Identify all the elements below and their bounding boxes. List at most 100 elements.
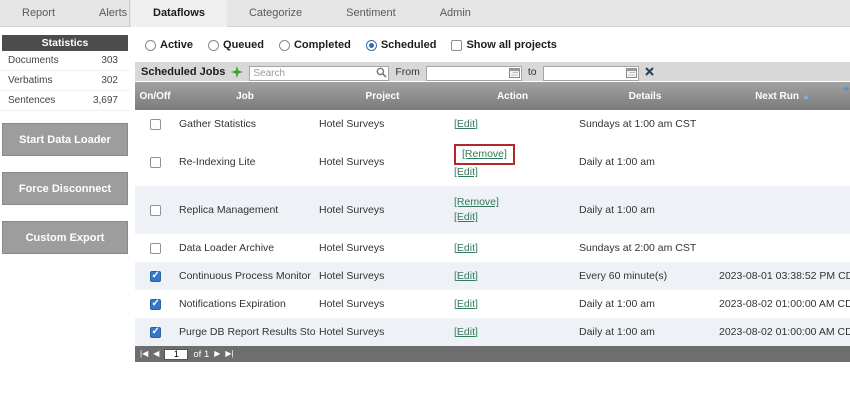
scheduled-jobs-toolbar: Scheduled Jobs From to — [135, 62, 850, 81]
job-row: Continuous Process MonitorHotel Surveys [… — [135, 262, 850, 290]
action-link-edit[interactable]: [Edit] — [454, 270, 478, 282]
action-link-edit[interactable]: [Edit] — [454, 118, 478, 130]
job-name-cell: Gather Statistics — [175, 110, 315, 138]
page-count-label: of 1 — [193, 349, 209, 360]
calendar-icon[interactable] — [509, 65, 520, 83]
action-line: [Edit] — [454, 210, 571, 225]
job-onoff-checkbox[interactable] — [150, 299, 161, 310]
job-nextrun-cell: 2023-08-01 03:38:52 PM CDT — [715, 262, 850, 290]
action-link-edit[interactable]: [Edit] — [454, 298, 478, 310]
tabgroup-main: DataflowsCategorizeSentimentAdmin — [131, 0, 850, 27]
page-number-input[interactable] — [164, 349, 188, 360]
prev-page-button[interactable]: ◀ — [153, 346, 159, 362]
filter-radio-label: Queued — [223, 39, 264, 51]
filter-radio-active[interactable]: Active — [145, 39, 193, 51]
sidebar-button-custom-export[interactable]: Custom Export — [2, 221, 128, 254]
job-onoff-checkbox[interactable] — [150, 243, 161, 254]
job-details-cell: Daily at 1:00 am — [575, 290, 715, 318]
action-line: [Edit] — [454, 269, 571, 284]
column-header-project[interactable]: Project — [315, 82, 450, 110]
stat-value: 303 — [101, 51, 118, 70]
job-onoff-checkbox[interactable] — [150, 119, 161, 130]
action-line: [Edit] — [454, 297, 571, 312]
job-project-cell: Hotel Surveys — [315, 290, 450, 318]
column-header-on-off[interactable]: On/Off — [135, 82, 175, 110]
sidebar-button-force-disconnect[interactable]: Force Disconnect — [2, 172, 128, 205]
filter-radio-queued[interactable]: Queued — [208, 39, 264, 51]
checkbox-icon — [451, 40, 462, 51]
radio-icon — [208, 40, 219, 51]
tab-categorize[interactable]: Categorize — [227, 0, 324, 27]
next-page-button[interactable]: ▶ — [214, 346, 220, 362]
sidebar-buttons: Start Data Loader Force Disconnect Custom … — [0, 123, 130, 254]
action-line: [Edit] — [454, 325, 571, 340]
job-name-cell: Continuous Process Monitor — [175, 262, 315, 290]
action-link-remove[interactable]: [Remove] — [454, 196, 499, 208]
filter-radio-completed[interactable]: Completed — [279, 39, 351, 51]
job-action-cell: [Edit] — [450, 234, 575, 262]
sidebar-button-start-data-loader[interactable]: Start Data Loader — [2, 123, 128, 156]
action-link-edit[interactable]: [Edit] — [454, 242, 478, 254]
to-date-wrap — [543, 63, 639, 81]
job-nextrun-cell — [715, 110, 850, 138]
action-line: [Remove] — [454, 144, 571, 165]
last-page-button[interactable]: ▶| — [225, 346, 233, 362]
job-project-cell: Hotel Surveys — [315, 110, 450, 138]
from-date-input[interactable] — [426, 66, 522, 81]
show-all-projects-checkbox[interactable]: Show all projects — [451, 39, 556, 51]
to-date-input[interactable] — [543, 66, 639, 81]
search-field-wrap — [249, 63, 389, 81]
tabgroup-left: ReportAlerts — [0, 0, 130, 27]
main-content: Active Queued Completed Scheduled Show all p… — [135, 27, 850, 362]
filter-radio-scheduled[interactable]: Scheduled — [366, 39, 437, 51]
job-details-cell: Sundays at 1:00 am CST — [575, 110, 715, 138]
job-name-cell: Replica Management — [175, 186, 315, 234]
action-link-remove[interactable]: [Remove] — [462, 148, 507, 160]
clear-dates-icon[interactable] — [645, 67, 654, 76]
app-window: ReportAlerts DataflowsCategorizeSentimen… — [0, 0, 850, 400]
radio-icon — [366, 40, 377, 51]
action-link-edit[interactable]: [Edit] — [454, 166, 478, 178]
column-chooser-icon[interactable]: ◂▸ — [843, 84, 849, 93]
tab-report[interactable]: Report — [0, 0, 77, 27]
stat-label: Sentences — [8, 91, 55, 110]
refresh-icon[interactable] — [231, 66, 243, 78]
job-project-cell: Hotel Surveys — [315, 318, 450, 346]
calendar-icon[interactable] — [626, 65, 637, 83]
job-onoff-cell — [135, 262, 175, 290]
first-page-button[interactable]: |◀ — [140, 346, 148, 362]
filters-row: Active Queued Completed Scheduled Show all p… — [135, 27, 850, 59]
job-name-cell: Re-Indexing Lite — [175, 138, 315, 186]
from-date-wrap — [426, 63, 522, 81]
action-link-edit[interactable]: [Edit] — [454, 211, 478, 223]
sort-asc-icon: ▲ — [802, 92, 810, 101]
job-onoff-checkbox[interactable] — [150, 157, 161, 168]
jobs-grid-wrap: On/OffJobProjectActionDetailsNext Run▲ G… — [135, 82, 850, 346]
job-onoff-checkbox[interactable] — [150, 327, 161, 338]
job-onoff-checkbox[interactable] — [150, 205, 161, 216]
job-nextrun-cell: 2023-08-02 01:00:00 AM CDT — [715, 318, 850, 346]
filter-radio-label: Scheduled — [381, 39, 437, 51]
job-name-cell: Data Loader Archive — [175, 234, 315, 262]
search-input[interactable] — [249, 66, 389, 81]
column-header-action[interactable]: Action — [450, 82, 575, 110]
job-project-cell: Hotel Surveys — [315, 262, 450, 290]
column-header-details[interactable]: Details — [575, 82, 715, 110]
action-line: [Remove] — [454, 195, 571, 210]
job-onoff-checkbox[interactable] — [150, 271, 161, 282]
search-icon[interactable] — [376, 65, 387, 83]
job-onoff-cell — [135, 318, 175, 346]
stat-row-documents: Documents303 — [0, 51, 130, 71]
job-row: Re-Indexing LiteHotel Surveys[Remove][Ed… — [135, 138, 850, 186]
tab-dataflows[interactable]: Dataflows — [131, 0, 227, 27]
job-nextrun-cell: 2023-08-02 01:00:00 AM CDT — [715, 290, 850, 318]
job-row: Gather StatisticsHotel Surveys [Edit] Sund… — [135, 110, 850, 138]
column-header-job[interactable]: Job — [175, 82, 315, 110]
tab-admin[interactable]: Admin — [418, 0, 493, 27]
tab-sentiment[interactable]: Sentiment — [324, 0, 418, 27]
to-label: to — [528, 66, 537, 78]
action-link-edit[interactable]: [Edit] — [454, 326, 478, 338]
jobs-table-body: Gather StatisticsHotel Surveys[Edit]Sund… — [135, 110, 850, 346]
job-project-cell: Hotel Surveys — [315, 186, 450, 234]
column-header-next-run[interactable]: Next Run▲ — [715, 82, 850, 110]
